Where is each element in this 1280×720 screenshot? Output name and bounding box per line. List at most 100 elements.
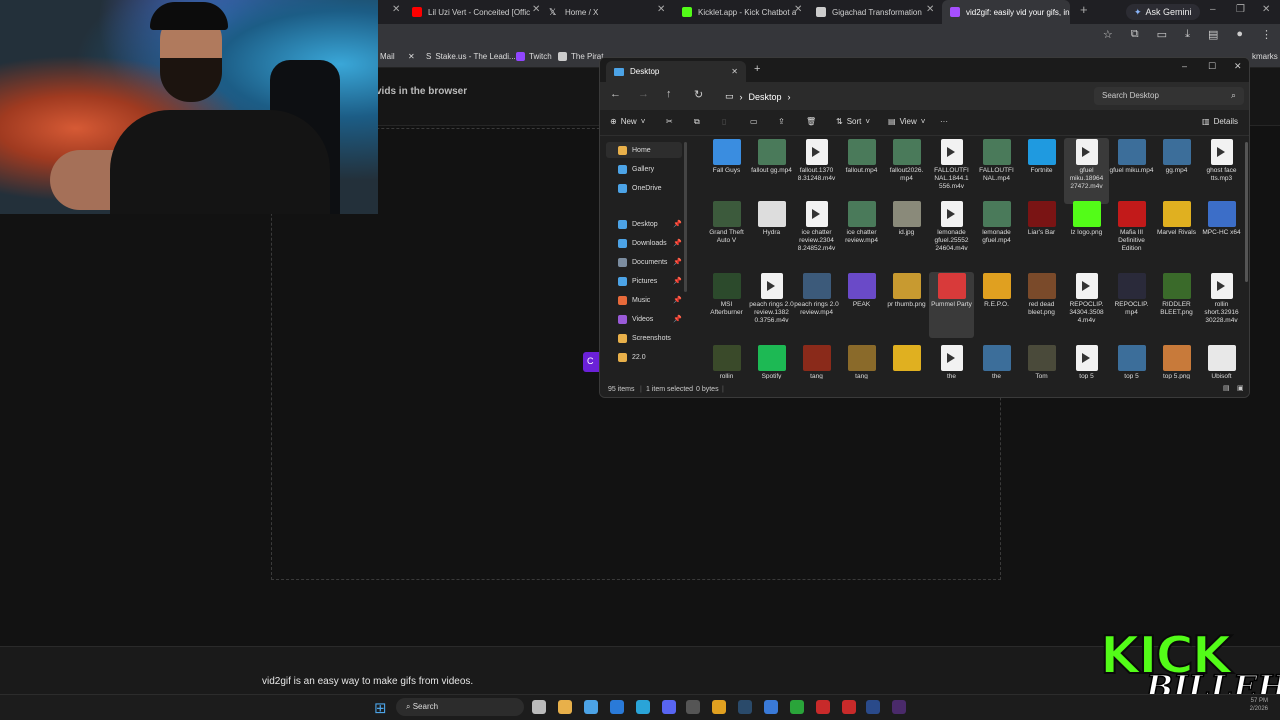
browser-tab-vid2gif[interactable]: vid2gif: easily vid your gifs, in ✕ xyxy=(942,0,1070,24)
file-item[interactable]: REPOCLIP. mp4 xyxy=(1109,272,1154,338)
file-item[interactable]: Marvel Rivals xyxy=(1154,200,1199,266)
sidebar-item-home[interactable]: Home xyxy=(606,142,682,158)
extensions-icon[interactable]: ⧉ xyxy=(1131,28,1139,41)
file-item[interactable]: MSI Afterburner xyxy=(704,272,749,338)
file-item[interactable] xyxy=(884,344,929,379)
file-item[interactable]: rollin short.32916 30228.m4v xyxy=(1199,272,1244,338)
new-tab-icon[interactable]: + xyxy=(1080,2,1088,17)
store-icon[interactable] xyxy=(584,700,598,714)
sidebar-item-music[interactable]: Music 📌 xyxy=(606,292,682,308)
file-item[interactable]: the xyxy=(974,344,1019,379)
premiere-icon[interactable] xyxy=(892,700,906,714)
file-item[interactable]: top 5.png xyxy=(1154,344,1199,379)
file-item[interactable]: tang xyxy=(794,344,839,379)
view-button[interactable]: ▤ View ˅ xyxy=(888,117,925,126)
browser-tab-x[interactable]: 𝕏 Home / X xyxy=(541,0,659,24)
file-item[interactable]: peach rings 2.0 review.1382 0.3756.m4v xyxy=(749,272,794,338)
file-item[interactable]: Tom xyxy=(1019,344,1064,379)
browser-tab-youtube[interactable]: Lil Uzi Vert - Conceited [Offici xyxy=(404,0,530,24)
windows-start-icon[interactable]: ⊞ xyxy=(374,699,387,717)
file-explorer-icon[interactable] xyxy=(558,700,572,714)
file-item[interactable]: tang xyxy=(839,344,884,379)
file-grid-scrollbar[interactable] xyxy=(1245,142,1248,282)
sidebar-item-onedrive[interactable]: OneDrive xyxy=(606,180,682,196)
minimize-icon[interactable]: – xyxy=(1182,61,1187,71)
record-icon[interactable] xyxy=(842,700,856,714)
file-item[interactable]: Pummel Party xyxy=(929,272,974,338)
excel-icon[interactable] xyxy=(686,700,700,714)
file-item[interactable]: gfuel miku.18964 27472.m4v xyxy=(1064,138,1109,204)
forward-icon[interactable]: → xyxy=(638,88,649,100)
file-item[interactable]: fallout.1370 8.31248.m4v xyxy=(794,138,839,204)
menu-icon[interactable]: ⋮ xyxy=(1261,28,1272,41)
close-icon[interactable]: ✕ xyxy=(731,67,738,76)
paste-icon[interactable]: ▯ xyxy=(722,117,726,126)
file-item[interactable]: Ubisoft xyxy=(1199,344,1244,379)
discord-icon[interactable] xyxy=(662,700,676,714)
file-item[interactable]: R.E.P.O. xyxy=(974,272,1019,338)
bookmark-x[interactable]: ✕ xyxy=(408,52,415,61)
explorer-tab-desktop[interactable]: Desktop ✕ xyxy=(606,61,746,82)
sidebar-item-screenshots[interactable]: Screenshots xyxy=(606,330,682,346)
bookmark-all[interactable]: kmarks xyxy=(1252,52,1278,61)
more-options-button[interactable]: ··· xyxy=(940,117,948,126)
file-item[interactable]: Spotify xyxy=(749,344,794,379)
delete-icon[interactable]: 🗑 xyxy=(806,117,816,126)
monitor-icon[interactable] xyxy=(764,700,778,714)
file-item[interactable]: gfuel miku.mp4 xyxy=(1109,138,1154,204)
bookmark-pirate[interactable]: The Pirat xyxy=(558,52,603,61)
file-item[interactable]: FALLOUTFI NAL.1844.1 556.m4v xyxy=(929,138,974,204)
file-item[interactable]: the xyxy=(929,344,974,379)
sidebar-item-desktop[interactable]: Desktop 📌 xyxy=(606,216,682,232)
ask-gemini-button[interactable]: ✦ Ask Gemini xyxy=(1126,4,1200,20)
bookmark-mail[interactable]: Mail xyxy=(380,52,395,61)
taskbar-search[interactable]: ⌕ Search xyxy=(396,698,524,716)
sidebar-item-documents[interactable]: Documents 📌 xyxy=(606,254,682,270)
choose-file-button[interactable]: C xyxy=(583,352,599,372)
file-item[interactable]: PEAK xyxy=(839,272,884,338)
file-item[interactable]: id.jpg xyxy=(884,200,929,266)
sidebar-icon[interactable]: ▤ xyxy=(1208,28,1218,41)
close-icon[interactable]: ✕ xyxy=(1262,4,1270,15)
file-item[interactable]: Fortnite xyxy=(1019,138,1064,204)
cut-icon[interactable]: ✂ xyxy=(666,117,673,126)
sidebar-item-gallery[interactable]: Gallery xyxy=(606,161,682,177)
file-item[interactable]: Liar's Bar xyxy=(1019,200,1064,266)
file-item[interactable]: rollin xyxy=(704,344,749,379)
file-item[interactable]: top 5 xyxy=(1109,344,1154,379)
grid-view-icon[interactable]: ▣ xyxy=(1237,384,1244,392)
up-icon[interactable]: ↑ xyxy=(666,88,672,100)
outlook-icon[interactable] xyxy=(610,700,624,714)
maximize-icon[interactable]: ☐ xyxy=(1208,61,1216,72)
file-item[interactable]: Hydra xyxy=(749,200,794,266)
file-item[interactable]: peach rings 2.0 review.mp4 xyxy=(794,272,839,338)
file-item[interactable]: ice chatter review.2304 8.24852.m4v xyxy=(794,200,839,266)
bookmark-stake[interactable]: S Stake.us - The Leadi... xyxy=(426,52,516,61)
task-view-icon[interactable] xyxy=(532,700,546,714)
file-item[interactable]: fallout2026. mp4 xyxy=(884,138,929,204)
close-icon[interactable]: ✕ xyxy=(794,4,802,15)
sidebar-item-videos[interactable]: Videos 📌 xyxy=(606,311,682,327)
file-item[interactable]: MPC-HC x64 xyxy=(1199,200,1244,266)
list-view-icon[interactable]: ▤ xyxy=(1223,384,1230,392)
search-input[interactable]: Search Desktop ⌕ xyxy=(1094,87,1244,105)
file-item[interactable]: top 5 xyxy=(1064,344,1109,379)
profile-icon[interactable]: ● xyxy=(1236,28,1243,41)
file-item[interactable]: Mafia III Definitive Edition xyxy=(1109,200,1154,266)
file-item[interactable]: RIDDLER BLEET.png xyxy=(1154,272,1199,338)
star-icon[interactable]: ☆ xyxy=(1103,28,1113,41)
file-item[interactable]: lemonade gfuel.25552 24604.m4v xyxy=(929,200,974,266)
file-item[interactable]: red dead bleet.png xyxy=(1019,272,1064,338)
browser-tab-gigachad[interactable]: Gigachad Transformation Gui xyxy=(808,0,924,24)
copy-icon[interactable]: ⧉ xyxy=(694,117,700,127)
steam-icon[interactable] xyxy=(738,700,752,714)
cast-icon[interactable]: ▭ xyxy=(1157,28,1167,41)
file-item[interactable]: ghost face tts.mp3 xyxy=(1199,138,1244,204)
details-button[interactable]: ▥ Details xyxy=(1202,117,1238,126)
close-icon[interactable]: ✕ xyxy=(532,4,540,15)
close-icon[interactable]: ✕ xyxy=(657,4,665,15)
file-item[interactable]: Fall Guys xyxy=(704,138,749,204)
refresh-icon[interactable]: ↻ xyxy=(694,88,703,101)
bookmark-twitch[interactable]: Twitch xyxy=(516,52,552,61)
file-item[interactable]: ice chatter review.mp4 xyxy=(839,200,884,266)
